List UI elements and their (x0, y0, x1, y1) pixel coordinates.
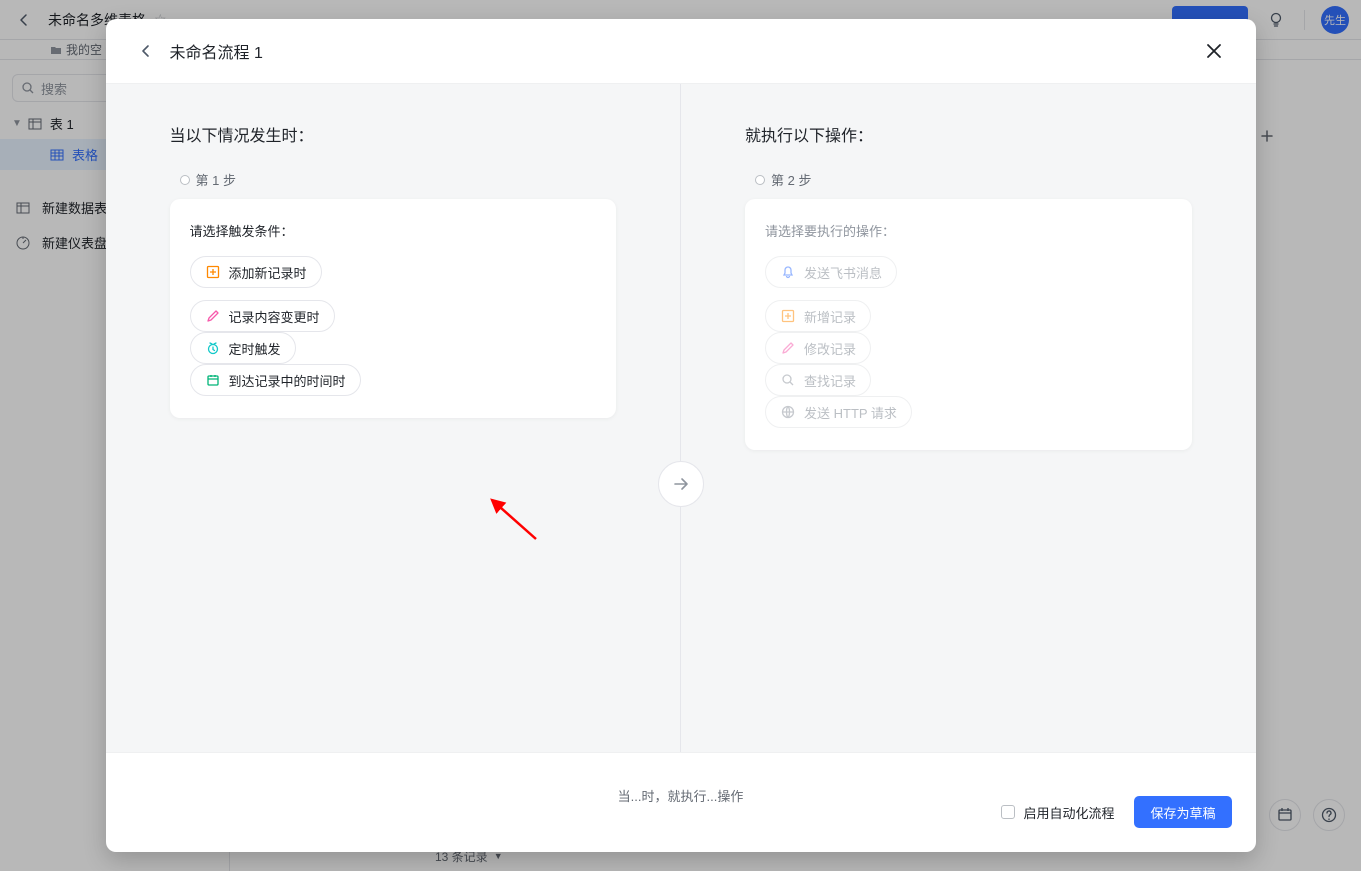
trigger-panel: 当以下情况发生时： 第 1 步 请选择触发条件： 添加新记录时 (106, 84, 682, 752)
modal-title[interactable]: 未命名流程 1 (170, 39, 263, 63)
checkbox-label: 启用自动化流程 (1023, 803, 1114, 822)
modal-footer: 当...时，就执行...操作 启用自动化流程 保存为草稿 (106, 752, 1256, 852)
trigger-date-reached[interactable]: 到达记录中的时间时 (190, 364, 361, 396)
calendar-icon (205, 372, 221, 388)
trigger-card: 请选择触发条件： 添加新记录时 记录内容变更时 (170, 199, 617, 418)
pill-label: 到达记录中的时间时 (229, 371, 346, 390)
step-dot-icon (755, 175, 765, 185)
trigger-heading: 当以下情况发生时： (170, 122, 617, 146)
step-1-label: 第 1 步 (180, 170, 617, 189)
action-heading: 就执行以下操作： (745, 122, 1192, 146)
step-dot-icon (180, 175, 190, 185)
pill-label: 查找记录 (804, 371, 856, 390)
globe-icon (780, 404, 796, 420)
save-draft-button[interactable]: 保存为草稿 (1134, 796, 1231, 828)
action-add-record[interactable]: 新增记录 (765, 300, 871, 332)
step-2-label: 第 2 步 (755, 170, 1192, 189)
pill-label: 发送 HTTP 请求 (804, 403, 897, 422)
action-panel: 就执行以下操作： 第 2 步 请选择要执行的操作： 发送飞书消息 (681, 84, 1256, 752)
step-1-text: 第 1 步 (196, 170, 236, 189)
enable-automation-checkbox[interactable]: 启用自动化流程 (1001, 803, 1114, 822)
flow-summary: 当...时，就执行...操作 (618, 786, 744, 805)
trigger-card-title: 请选择触发条件： (190, 221, 597, 240)
modal-overlay: 未命名流程 1 当以下情况发生时： 第 1 步 请选择触发条件： (0, 0, 1361, 871)
close-button[interactable] (1200, 37, 1228, 65)
trigger-record-change[interactable]: 记录内容变更时 (190, 300, 335, 332)
trigger-add-record[interactable]: 添加新记录时 (190, 256, 322, 288)
action-find-record[interactable]: 查找记录 (765, 364, 871, 396)
action-http-request[interactable]: 发送 HTTP 请求 (765, 396, 912, 428)
search-icon (780, 372, 796, 388)
pill-label: 添加新记录时 (229, 263, 307, 282)
checkbox-icon (1001, 805, 1015, 819)
pill-label: 发送飞书消息 (804, 263, 882, 282)
pill-label: 记录内容变更时 (229, 307, 320, 326)
bell-icon (780, 264, 796, 280)
trigger-timer[interactable]: 定时触发 (190, 332, 296, 364)
edit-icon (780, 340, 796, 356)
action-card: 请选择要执行的操作： 发送飞书消息 新增记录 (745, 199, 1192, 450)
record-add-icon (780, 308, 796, 324)
edit-icon (205, 308, 221, 324)
step-2-text: 第 2 步 (771, 170, 811, 189)
clock-icon (205, 340, 221, 356)
modal-back-button[interactable] (134, 39, 158, 63)
pill-label: 新增记录 (804, 307, 856, 326)
action-card-title: 请选择要执行的操作： (765, 221, 1172, 240)
action-modify-record[interactable]: 修改记录 (765, 332, 871, 364)
automation-modal: 未命名流程 1 当以下情况发生时： 第 1 步 请选择触发条件： (106, 19, 1256, 852)
modal-header: 未命名流程 1 (106, 19, 1256, 84)
pill-label: 修改记录 (804, 339, 856, 358)
pill-label: 定时触发 (229, 339, 281, 358)
modal-body: 当以下情况发生时： 第 1 步 请选择触发条件： 添加新记录时 (106, 84, 1256, 752)
record-add-icon (205, 264, 221, 280)
close-icon (1204, 41, 1224, 61)
action-send-feishu[interactable]: 发送飞书消息 (765, 256, 897, 288)
